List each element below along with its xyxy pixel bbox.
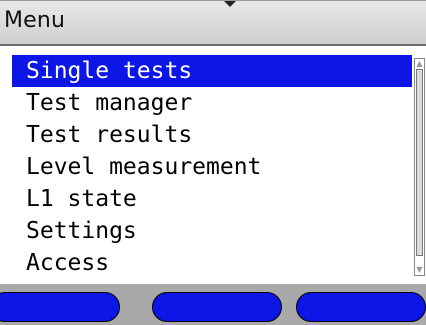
device-screen: Menu Single tests Test manager Test resu…	[0, 0, 426, 325]
menu-item-test-results[interactable]: Test results	[12, 119, 412, 151]
menu-item-settings[interactable]: Settings	[12, 215, 412, 247]
menu-item-access[interactable]: Access	[12, 247, 412, 279]
menu-item-l1-state[interactable]: L1 state	[12, 183, 412, 215]
softkey-1-button[interactable]	[0, 292, 120, 322]
menu-item-test-manager[interactable]: Test manager	[12, 87, 412, 119]
scroll-up-arrow-icon[interactable]: ▲	[415, 59, 424, 69]
menu-list: Single tests Test manager Test results L…	[12, 55, 412, 279]
scroll-thumb[interactable]	[416, 69, 423, 256]
menu-item-level-measurement[interactable]: Level measurement	[12, 151, 412, 183]
softkey-2-button[interactable]	[152, 292, 282, 322]
softkey-bar	[0, 284, 426, 325]
menu-item-single-tests[interactable]: Single tests	[12, 55, 412, 87]
top-indicator-icon	[224, 1, 236, 7]
scrollbar[interactable]: ▲ ▼	[414, 58, 425, 276]
menu-area: Single tests Test manager Test results L…	[0, 46, 426, 284]
title-bar: Menu	[0, 0, 426, 46]
softkey-3-button[interactable]	[296, 292, 426, 322]
scroll-down-arrow-icon[interactable]: ▼	[415, 265, 424, 275]
page-title: Menu	[4, 8, 66, 33]
